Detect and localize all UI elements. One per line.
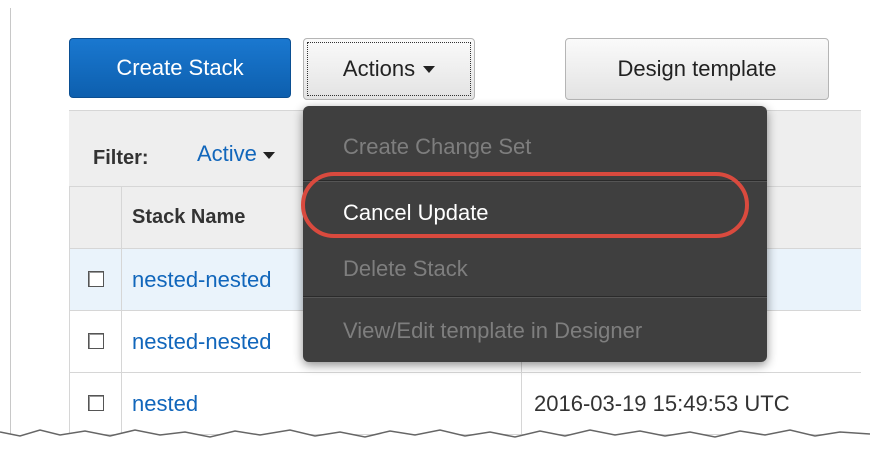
- select-column-header: [69, 186, 122, 249]
- row-checkbox[interactable]: [88, 394, 104, 411]
- design-template-button[interactable]: Design template: [565, 38, 829, 100]
- create-stack-label: Create Stack: [116, 55, 244, 80]
- stack-name-link[interactable]: nested: [132, 391, 198, 416]
- caret-down-icon: [262, 151, 275, 159]
- actions-label: Actions: [342, 56, 416, 81]
- filter-value: Active: [197, 141, 257, 166]
- row-checkbox[interactable]: [88, 270, 104, 287]
- actions-dropdown-button[interactable]: Actions: [303, 38, 475, 100]
- filter-dropdown[interactable]: Active: [197, 141, 275, 167]
- caret-down-icon: [423, 65, 436, 73]
- console-panel: Create Stack Actions Design template Fil…: [10, 8, 861, 440]
- design-template-label: Design template: [617, 56, 777, 81]
- menu-divider: [303, 296, 767, 298]
- menu-item-delete-stack[interactable]: Delete Stack: [343, 256, 468, 282]
- menu-item-view-edit-template[interactable]: View/Edit template in Designer: [343, 318, 642, 344]
- menu-item-create-change-set[interactable]: Create Change Set: [343, 134, 531, 160]
- callout-highlight-ring: [301, 172, 749, 238]
- torn-edge-decoration: [0, 429, 870, 454]
- stack-name-link[interactable]: nested-nested: [132, 329, 271, 354]
- row-checkbox[interactable]: [88, 332, 104, 349]
- create-stack-button[interactable]: Create Stack: [69, 38, 291, 98]
- stack-name-link[interactable]: nested-nested: [132, 267, 271, 292]
- filter-label: Filter:: [93, 147, 149, 169]
